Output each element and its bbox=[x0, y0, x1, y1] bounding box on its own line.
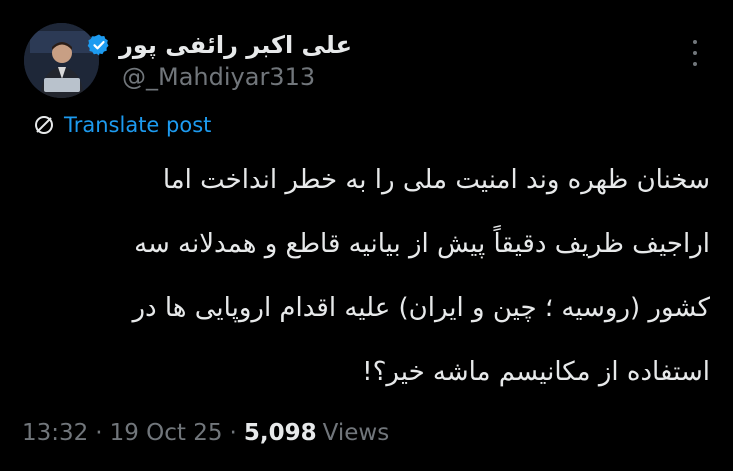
post-date[interactable]: 19 Oct 25 bbox=[110, 420, 223, 446]
meta-separator: · bbox=[95, 420, 103, 446]
views-count[interactable]: 5,098 bbox=[244, 420, 317, 446]
more-dot bbox=[693, 62, 697, 66]
translate-icon bbox=[35, 116, 53, 134]
author-handle[interactable]: @_Mahdiyar313 bbox=[122, 63, 315, 91]
post-text-line: اراجیف ظریف دقیقاً پیش از بیانیه قاطع و … bbox=[134, 229, 710, 259]
post-text-line: سخنان ظهره وند امنیت ملی را به خطر انداخ… bbox=[162, 165, 710, 195]
more-options-icon[interactable] bbox=[684, 40, 706, 66]
views-label[interactable]: Views bbox=[323, 420, 390, 446]
verified-badge-icon bbox=[87, 34, 109, 56]
translate-post-label: Translate post bbox=[64, 113, 212, 137]
author-name-row[interactable]: علی اکبر رائفی پور bbox=[87, 27, 352, 63]
more-dot bbox=[693, 40, 697, 44]
more-dot bbox=[693, 51, 697, 55]
post-text: سخنان ظهره وند امنیت ملی را به خطر انداخ… bbox=[20, 148, 710, 404]
post-text-line: کشور (روسیه ؛ چین و ایران) علیه اقدام ار… bbox=[132, 293, 710, 323]
author-display-name[interactable]: علی اکبر رائفی پور bbox=[119, 31, 352, 59]
meta-separator: · bbox=[229, 420, 237, 446]
post-metadata: 13:32 · 19 Oct 25 · 5,098 Views bbox=[22, 415, 389, 451]
translate-post-link[interactable]: Translate post bbox=[32, 110, 211, 140]
post-time[interactable]: 13:32 bbox=[22, 420, 88, 446]
post-text-line: استفاده از مکانیسم ماشه خیر؟! bbox=[362, 357, 710, 387]
